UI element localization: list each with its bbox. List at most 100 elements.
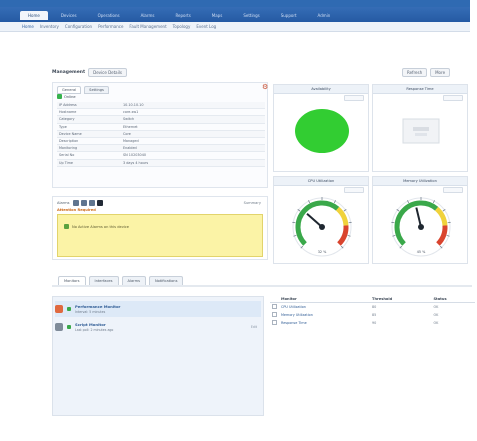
memory-gauge-card: Memory Utilization 45 % (372, 176, 468, 264)
property-row: Serial No SN 10203040 (57, 151, 265, 160)
tab-general[interactable]: General (57, 86, 82, 94)
list-item-title: Script Monitor (75, 322, 106, 327)
tab-devices[interactable]: Devices (53, 11, 85, 20)
monitor-type-icon (55, 323, 63, 331)
table-cell: 80 (372, 305, 377, 309)
alarm-label: Alarms (57, 201, 70, 205)
availability-indicator (295, 109, 349, 153)
details-tabs: General Settings (57, 86, 109, 94)
sub-navigation: Home Inventory Configuration Performance Fau… (0, 22, 470, 32)
list-item-title: Performance Monitor (75, 304, 121, 309)
row-checkbox[interactable] (272, 304, 277, 309)
list-item[interactable]: Script Monitor Last poll: 2 minutes ago Ed… (55, 319, 261, 335)
tab-settings[interactable]: Settings (235, 11, 267, 20)
monitor-details: Monitor Threshold Status CPU Utilization 80 O… (270, 296, 475, 416)
tab-divider (52, 285, 472, 287)
alarm-summary-panel: Alarms Summary Attention Required No Act… (52, 196, 268, 260)
alarm-toolbar: Alarms (57, 200, 104, 206)
gauge-hub (319, 224, 325, 230)
table-cell: OK (433, 321, 439, 325)
table-cell: 90 (372, 321, 377, 325)
row-checkbox[interactable] (272, 312, 277, 317)
property-key: Device Name (57, 130, 121, 138)
table-cell: CPU Utilization (281, 305, 306, 309)
list-item-text: Script Monitor Last poll: 2 minutes ago (75, 322, 113, 332)
property-key: Hostname (57, 108, 121, 117)
status-text: Online (64, 94, 76, 99)
list-item[interactable]: Performance Monitor Interval: 5 minutes (55, 301, 261, 317)
subnav-item[interactable]: Inventory (40, 24, 59, 29)
row-checkbox[interactable] (272, 320, 277, 325)
gear-icon[interactable]: ⚙ (262, 83, 268, 91)
subnav-item[interactable]: Topology (173, 24, 191, 29)
property-key: Type (57, 123, 121, 131)
subnav-item[interactable]: Event Log (196, 24, 216, 29)
property-value: SN 10203040 (121, 151, 265, 160)
header-actions: Refresh More (402, 68, 451, 77)
tab-settings[interactable]: Settings (84, 86, 109, 94)
refresh-button[interactable]: Refresh (402, 68, 428, 77)
table-row[interactable]: Memory Utilization 85 OK (270, 311, 475, 319)
property-row: Device Name Core (57, 130, 265, 138)
chart-placeholder-line (415, 133, 427, 136)
tab-operations[interactable]: Operations (90, 11, 128, 20)
property-row: Monitoring Enabled (57, 144, 265, 153)
subnav-item[interactable]: Configuration (65, 24, 92, 29)
property-value: Core (121, 130, 265, 138)
table-row[interactable]: CPU Utilization 80 OK (270, 303, 475, 312)
chart-placeholder-line (413, 127, 429, 131)
subnav-item[interactable]: Home (22, 24, 34, 29)
tab-home[interactable]: Home (20, 11, 48, 20)
gauge-value-label: 45 % (417, 250, 426, 254)
tab-alarms[interactable]: Alarms (133, 11, 163, 20)
table-cell: Memory Utilization (281, 313, 313, 317)
list-icon[interactable] (81, 200, 88, 206)
property-key: Serial No (57, 151, 121, 160)
table-cell: Response Time (281, 321, 307, 325)
property-value: core-sw1 (121, 108, 265, 117)
more-button[interactable]: More (430, 68, 451, 77)
monitor-list: Performance Monitor Interval: 5 minutes Sc… (52, 296, 264, 416)
status-dot-icon (67, 307, 71, 311)
view-selector[interactable]: Summary (244, 201, 261, 205)
tab-admin[interactable]: Admin (310, 11, 339, 20)
property-row: Up Time 3 days 4 hours (57, 159, 265, 167)
row-checkbox-cell (270, 303, 279, 312)
response-time-chart (402, 118, 440, 144)
table-cell: OK (433, 313, 439, 317)
tab-support[interactable]: Support (273, 11, 305, 20)
device-status: Online (57, 94, 76, 99)
status-indicator-icon (57, 94, 62, 99)
subnav-item[interactable]: Fault Management (129, 24, 166, 29)
property-key: Monitoring (57, 144, 121, 153)
gauge-hub (418, 224, 424, 230)
subnav-item[interactable]: Performance (98, 24, 123, 29)
availability-card: Availability (273, 84, 369, 172)
property-value: Enabled (121, 144, 265, 153)
breadcrumb[interactable]: Management (52, 70, 85, 75)
table-cell: 85 (372, 313, 377, 317)
top-strip (0, 0, 470, 7)
memory-gauge: 45 % (391, 197, 451, 257)
property-key: Up Time (57, 159, 121, 167)
table-row[interactable]: Response Time 90 OK (270, 319, 475, 327)
tab-maps[interactable]: Maps (204, 11, 231, 20)
response-time-card: Response Time (372, 84, 468, 172)
property-value: Ethernet (121, 123, 265, 131)
grid-icon[interactable] (89, 200, 96, 206)
edit-link[interactable]: Edit (251, 325, 257, 329)
status-dot-icon (67, 325, 71, 329)
page-header: Management Device Details (52, 68, 127, 77)
list-item-subtitle: Last poll: 2 minutes ago (75, 328, 114, 332)
property-row: Description Managed (57, 137, 265, 146)
check-icon (64, 224, 69, 229)
device-name-pill[interactable]: Device Details (88, 68, 127, 77)
property-value: Managed (121, 137, 265, 146)
filter-icon[interactable] (73, 200, 80, 206)
export-icon[interactable] (97, 200, 104, 206)
property-row: Type Ethernet (57, 123, 265, 131)
property-row: Category Switch (57, 115, 265, 124)
tab-reports[interactable]: Reports (167, 11, 198, 20)
property-row: Hostname core-sw1 (57, 108, 265, 117)
property-key: Category (57, 115, 121, 124)
